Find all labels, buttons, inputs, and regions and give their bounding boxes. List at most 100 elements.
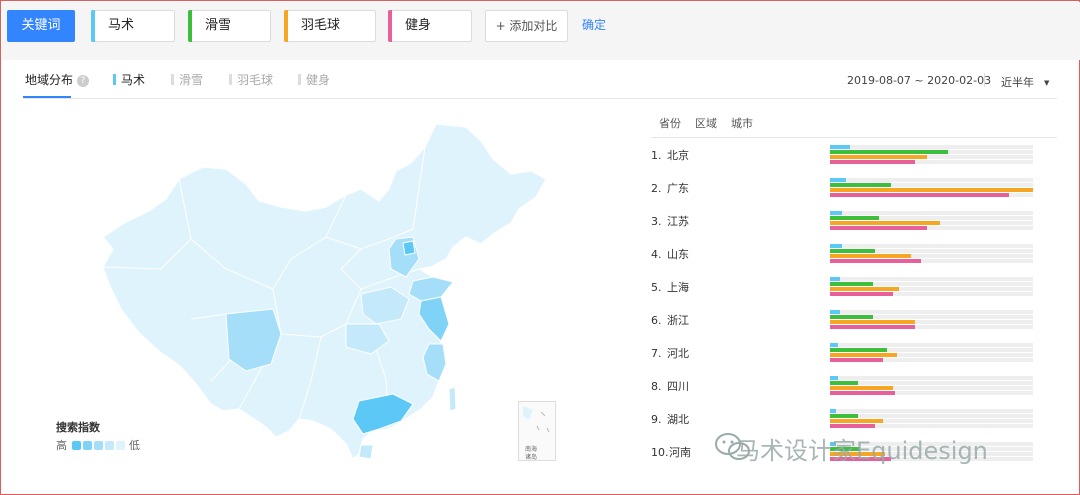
tab-city[interactable]: 城市 xyxy=(731,115,753,131)
region-taiwan[interactable] xyxy=(448,386,457,412)
rank-number: 8. xyxy=(651,380,662,393)
bar-fill xyxy=(830,353,897,357)
bar-fill xyxy=(830,292,893,296)
region-beijing[interactable] xyxy=(402,240,416,256)
china-map[interactable] xyxy=(41,119,561,469)
bar-track xyxy=(830,409,1033,413)
keyword-chip-1[interactable]: 马术 xyxy=(91,10,175,42)
bar-fill xyxy=(830,320,916,324)
bar-fill xyxy=(830,183,891,187)
south-sea-inset: 南海 诸岛 xyxy=(518,401,556,461)
ranking-row[interactable]: 7. 河北 xyxy=(651,343,1057,378)
period-select[interactable]: 近半年 ▼ xyxy=(1001,74,1049,90)
ranking-row[interactable]: 1. 北京 xyxy=(651,145,1057,180)
bar-track xyxy=(830,343,1033,347)
bar-track xyxy=(830,381,1033,385)
ranking-row-label: 9. 湖北 xyxy=(651,411,689,427)
bar-fill xyxy=(830,259,922,263)
bar-fill xyxy=(830,155,928,159)
bar-fill xyxy=(830,325,916,329)
bar-fill xyxy=(830,226,928,230)
bar-fill xyxy=(830,424,875,428)
bar-track xyxy=(830,424,1033,428)
keyword-tab-bar xyxy=(298,74,301,85)
province-name: 河南 xyxy=(669,446,691,459)
ranking-row[interactable]: 3. 江苏 xyxy=(651,211,1057,246)
bar-track xyxy=(830,211,1033,215)
ranking-row[interactable]: 5. 上海 xyxy=(651,277,1057,312)
bar-fill xyxy=(830,216,879,220)
tab-region-distribution[interactable]: 地域分布? xyxy=(25,71,90,88)
ranking-row-label: 4. 山东 xyxy=(651,246,689,262)
keyword-chip-4[interactable]: 健身 xyxy=(388,10,472,42)
ranking-row[interactable]: 8. 四川 xyxy=(651,376,1057,411)
ranking-row[interactable]: 4. 山东 xyxy=(651,244,1057,279)
region-guangdong[interactable] xyxy=(352,393,414,435)
province-name: 广东 xyxy=(667,182,689,195)
bar-track xyxy=(830,183,1033,187)
bar-track xyxy=(830,287,1033,291)
keywords-button[interactable]: 关键词 xyxy=(7,10,75,42)
bar-track xyxy=(830,259,1033,263)
bar-track xyxy=(830,282,1033,286)
bar-fill xyxy=(830,193,1009,197)
rank-number: 3. xyxy=(651,215,662,228)
bar-fill xyxy=(830,150,948,154)
watermark-text: 马术设计家Equidesign xyxy=(736,437,988,465)
ranking-row[interactable]: 2. 广东 xyxy=(651,178,1057,213)
inset-label: 南海 诸岛 xyxy=(525,446,537,462)
rank-number: 6. xyxy=(651,314,662,327)
bar-fill xyxy=(830,160,916,164)
keyword-chip-2[interactable]: 滑雪 xyxy=(188,10,271,42)
tab-region[interactable]: 区域 xyxy=(695,115,717,131)
help-icon[interactable]: ? xyxy=(77,75,90,87)
bar-fill xyxy=(830,287,900,291)
keyword-tab-1[interactable]: 马术 xyxy=(113,71,145,88)
keyword-chip-3[interactable]: 羽毛球 xyxy=(284,10,376,42)
bar-track xyxy=(830,414,1033,418)
bar-fill xyxy=(830,386,893,390)
rank-number: 9. xyxy=(651,413,662,426)
bar-track xyxy=(830,178,1033,182)
bar-track xyxy=(830,188,1033,192)
tab-province[interactable]: 省份 xyxy=(659,115,681,131)
ranking-row-label: 5. 上海 xyxy=(651,279,689,295)
bar-track xyxy=(830,249,1033,253)
bar-track xyxy=(830,315,1033,319)
keyword-tab-4[interactable]: 健身 xyxy=(298,71,330,88)
legend-swatch xyxy=(104,441,114,450)
page-frame: 关键词 马术 滑雪 羽毛球 健身 + 添加对比 确定 地域分布? 马术 滑雪 羽… xyxy=(0,0,1080,495)
keyword-tab-3[interactable]: 羽毛球 xyxy=(229,71,273,88)
bar-track xyxy=(830,160,1033,164)
inset-label-bottom: 诸岛 xyxy=(525,454,538,461)
bar-track xyxy=(830,277,1033,281)
keyword-tab-2[interactable]: 滑雪 xyxy=(171,71,203,88)
region-shandong[interactable] xyxy=(408,276,454,302)
bar-fill xyxy=(830,249,875,253)
bar-track xyxy=(830,244,1033,248)
bar-track xyxy=(830,376,1033,380)
province-name: 江苏 xyxy=(667,215,689,228)
ranking-row-label: 7. 河北 xyxy=(651,345,689,361)
region-hainan[interactable] xyxy=(358,444,374,460)
date-range[interactable]: 2019-08-07 ~ 2020-02-03 xyxy=(847,74,991,87)
period-label: 近半年 xyxy=(1001,76,1034,89)
rank-number: 7. xyxy=(651,347,662,360)
ranking-row-label: 8. 四川 xyxy=(651,378,689,394)
bar-track xyxy=(830,391,1033,395)
add-compare-button[interactable]: + 添加对比 xyxy=(485,10,568,42)
map-legend: 搜索指数 高 低 xyxy=(56,419,140,453)
keyword-color-stripe xyxy=(91,10,95,42)
bar-track xyxy=(830,226,1033,230)
ranking-row[interactable]: 6. 浙江 xyxy=(651,310,1057,345)
keyword-color-stripe xyxy=(284,10,288,42)
ranking-row-label: 2. 广东 xyxy=(651,180,689,196)
bar-fill xyxy=(830,145,851,149)
inset-islands xyxy=(523,406,550,433)
ranking-row-label: 3. 江苏 xyxy=(651,213,689,229)
ranking-divider xyxy=(651,137,1057,138)
confirm-link[interactable]: 确定 xyxy=(582,16,606,33)
province-name: 浙江 xyxy=(667,314,689,327)
legend-low-label: 低 xyxy=(129,439,140,452)
province-name: 湖北 xyxy=(667,413,689,426)
